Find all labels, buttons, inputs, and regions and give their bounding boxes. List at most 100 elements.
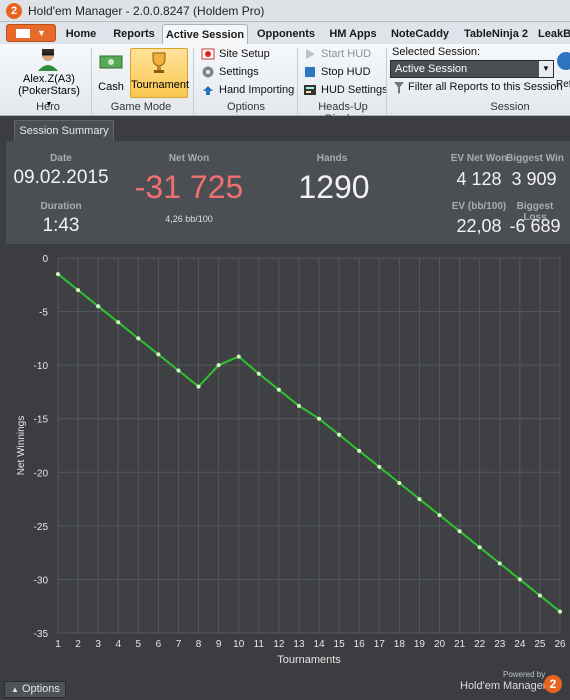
group-label-session: Session [490, 101, 530, 113]
hand-importing-button[interactable]: Hand Importing [201, 82, 294, 98]
powered-by-label: Powered by [503, 670, 546, 679]
application-menu-button[interactable]: ▼ [6, 24, 56, 42]
start-hud-label: Start HUD [321, 48, 372, 60]
data-point [216, 363, 221, 368]
y-tick-label: -35 [34, 629, 49, 640]
hands-label: Hands [316, 153, 348, 164]
tab-home[interactable]: Home [62, 24, 100, 44]
refresh-button[interactable]: Ref [556, 52, 570, 92]
refresh-icon [557, 52, 570, 70]
x-tick-label: 10 [233, 639, 245, 650]
ev-bb-value: 22,08 [456, 216, 502, 236]
x-tick-label: 11 [254, 639, 265, 650]
options-label: Options [21, 683, 60, 695]
data-point [437, 513, 442, 518]
group-separator [193, 48, 194, 114]
plot-area [57, 257, 561, 634]
cash-button[interactable]: Cash [94, 48, 128, 98]
tab-leakbuster[interactable]: LeakB [538, 24, 570, 44]
net-winnings-chart: 0-5-10-15-20-25-30-351 2 3 4 5 6 7 8 9 10 11 12 13 14… [16, 254, 566, 666]
date-value: 09.02.2015 [13, 167, 109, 188]
x-tick-label: 23 [494, 639, 506, 650]
tab-active-session[interactable]: Active Session [162, 24, 248, 44]
chevron-down-icon: ▼ [539, 61, 553, 77]
x-tick-label: 8 [196, 639, 202, 650]
x-tick-label: 24 [514, 639, 526, 650]
settings-button[interactable]: Settings [201, 64, 259, 80]
tournament-button[interactable]: Tournament [130, 48, 189, 98]
x-tick-label: 1 [55, 639, 61, 650]
biggest-win-label: Biggest Win [506, 153, 564, 164]
x-tick-label: 2 [75, 639, 81, 650]
hud-settings-icon [304, 85, 316, 95]
y-tick-label: -15 [34, 415, 49, 426]
refresh-label: Ref [556, 79, 570, 90]
hand-importing-label: Hand Importing [219, 84, 295, 96]
tab-opponents[interactable]: Opponents [254, 24, 318, 44]
site-setup-label: Site Setup [219, 48, 270, 60]
x-tick-label: 18 [394, 639, 406, 650]
stop-hud-button[interactable]: Stop HUD [303, 64, 371, 80]
data-point [196, 384, 201, 389]
stop-icon [305, 67, 315, 77]
data-point [517, 577, 522, 582]
data-point [256, 371, 261, 376]
x-tick-label: 21 [454, 639, 466, 650]
data-point [477, 545, 482, 550]
group-separator [297, 48, 298, 114]
data-point [276, 387, 281, 392]
session-dropdown[interactable]: Active Session ▼ [390, 60, 554, 78]
data-point [317, 416, 322, 421]
data-point [56, 272, 60, 277]
app-menu-icon [16, 29, 30, 38]
hand-import-icon [203, 86, 213, 95]
brand-name: Hold'em Manager [460, 680, 547, 692]
hero-selector[interactable]: Alex.Z(A3) (PokerStars) ▼ [14, 47, 84, 108]
group-separator [91, 48, 92, 114]
x-tick-label: 13 [293, 639, 305, 650]
hud-settings-button[interactable]: HUD Settings [303, 82, 388, 98]
data-point [76, 288, 81, 293]
x-tick-label: 22 [474, 639, 486, 650]
group-label-game-mode: Game Mode [110, 101, 172, 113]
data-point [136, 336, 141, 341]
menu-bar: ▼ Home Reports Active Session Opponents … [0, 22, 570, 44]
tab-session-summary[interactable]: Session Summary [14, 120, 114, 141]
filter-icon [394, 82, 404, 94]
site-setup-button[interactable]: Site Setup [201, 46, 270, 62]
hero-avatar-icon [38, 49, 58, 71]
x-tick-label: 3 [95, 639, 101, 650]
brand-logo: 2 [544, 675, 562, 693]
tab-notecaddy[interactable]: NoteCaddy [388, 24, 452, 44]
hands-value: 1290 [298, 169, 370, 205]
start-hud-button[interactable]: Start HUD [303, 46, 371, 62]
y-tick-label: -30 [34, 575, 49, 586]
data-point [357, 448, 362, 453]
tab-tableninja[interactable]: TableNinja 2 [458, 24, 534, 44]
summary-tab-strip: Session Summary [0, 116, 570, 141]
data-point [236, 354, 241, 359]
chevron-up-icon: ▲ [11, 685, 19, 694]
hero-name-label: Alex.Z(A3) [23, 73, 75, 85]
selected-session-label: Selected Session: [392, 46, 481, 58]
data-point [377, 464, 382, 469]
x-tick-label: 25 [534, 639, 546, 650]
stop-hud-label: Stop HUD [321, 66, 371, 78]
hero-site-label: (PokerStars) [18, 85, 80, 97]
x-tick-label: 17 [374, 639, 386, 650]
y-tick-label: -25 [34, 522, 49, 533]
options-button[interactable]: ▲ Options [4, 681, 66, 698]
x-tick-label: 16 [354, 639, 366, 650]
data-point [397, 481, 402, 485]
data-point [497, 561, 502, 566]
x-tick-label: 12 [273, 639, 285, 650]
session-dropdown-value: Active Session [395, 63, 468, 75]
trophy-icon [152, 52, 166, 73]
play-icon [306, 49, 315, 59]
filter-reports-button[interactable]: Filter all Reports to this Session [394, 81, 563, 94]
tab-reports[interactable]: Reports [108, 24, 160, 44]
bb-per-100-value: 4,26 bb/100 [165, 214, 213, 224]
x-tick-label: 19 [414, 639, 426, 650]
tab-hm-apps[interactable]: HM Apps [326, 24, 380, 44]
hud-settings-label: HUD Settings [321, 84, 388, 96]
